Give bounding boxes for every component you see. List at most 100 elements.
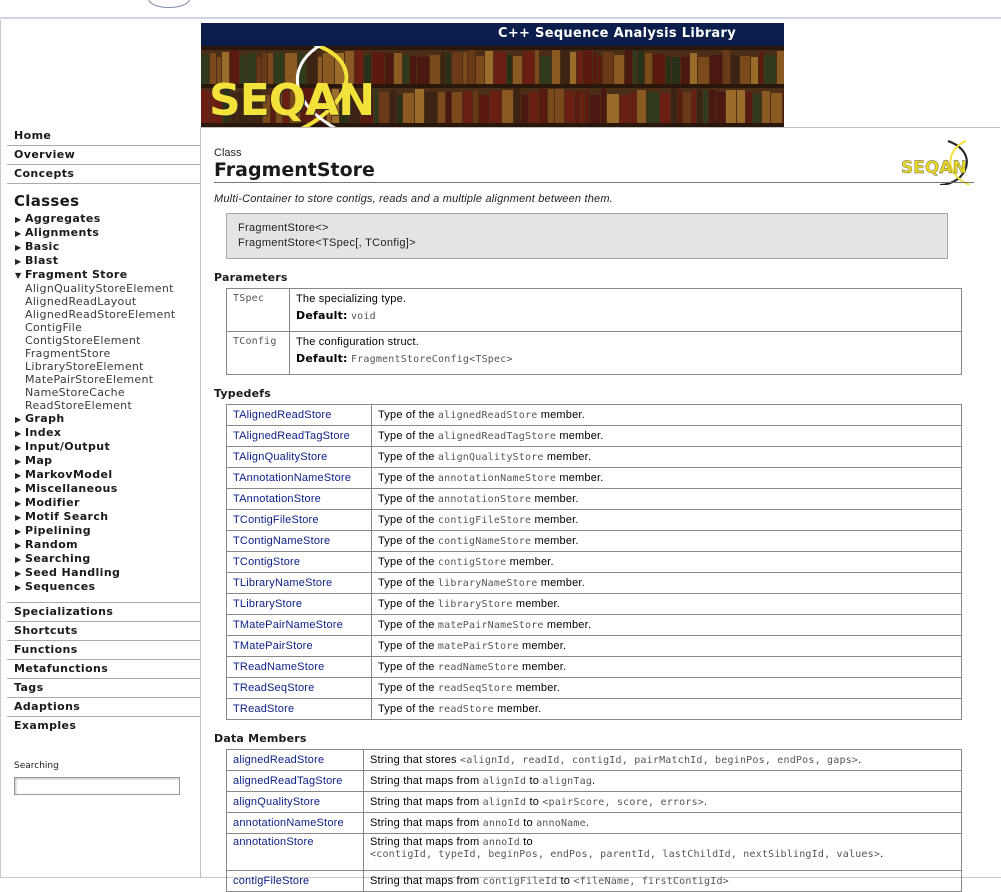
typedef-link-tannotationnamestore[interactable]: TAnnotationNameStore [233, 472, 351, 484]
sidebar-category-random[interactable]: ▶ Random [7, 538, 200, 552]
typedef-description: Type of the libraryStore member. [371, 593, 962, 615]
sidebar-category-input-output[interactable]: ▶ Input/Output [7, 440, 200, 454]
typedef-name-cell: TContigStore [226, 551, 372, 573]
typedef-link-tcontigfilestore[interactable]: TContigFileStore [233, 514, 319, 526]
sidebar-category-label: Searching [25, 552, 91, 565]
sidebar-item-metafunctions[interactable]: Metafunctions [7, 659, 200, 678]
sidebar-item-examples[interactable]: Examples [7, 716, 200, 735]
sidebar-subitem-alignedreadlayout[interactable]: AlignedReadLayout [7, 295, 200, 308]
typedef-link-tlibrarystore[interactable]: TLibraryStore [233, 598, 302, 610]
typedef-name-cell: TLibraryNameStore [226, 572, 372, 594]
data-member-name-cell: annotationNameStore [226, 812, 364, 834]
content-top-divider [200, 127, 1000, 128]
data-member-link-alignqualitystore[interactable]: alignQualityStore [233, 796, 320, 808]
code-text: alignQualityStore [437, 452, 544, 463]
top-rule [0, 17, 1001, 19]
desc-text: Type of the [378, 661, 435, 673]
sidebar-category-pipelining[interactable]: ▶ Pipelining [7, 524, 200, 538]
sidebar-category-label: MarkovModel [25, 468, 113, 481]
parameter-default: Default: void [296, 309, 955, 322]
desc-text: Type of the [378, 598, 435, 610]
typedef-link-treadseqstore[interactable]: TReadSeqStore [233, 682, 314, 694]
typedef-link-tlibrarynamestore[interactable]: TLibraryNameStore [233, 577, 332, 589]
sidebar-item-shortcuts[interactable]: Shortcuts [7, 621, 200, 640]
sidebar-item-functions[interactable]: Functions [7, 640, 200, 659]
parameter-description: The specializing type. Default: void [289, 288, 962, 332]
sidebar-subitem-contigfile[interactable]: ContigFile [7, 321, 200, 334]
sidebar-category-motif-search[interactable]: ▶ Motif Search [7, 510, 200, 524]
sidebar-category-index[interactable]: ▶ Index [7, 426, 200, 440]
desc-text: member. [515, 598, 561, 610]
sidebar-category-graph[interactable]: ▶ Graph [7, 412, 200, 426]
typedef-link-tmatepairstore[interactable]: TMatePairStore [233, 640, 313, 652]
typedef-name-cell: TReadSeqStore [226, 677, 372, 699]
sidebar-item-adaptions[interactable]: Adaptions [7, 697, 200, 716]
typedef-description: Type of the alignedReadTagStore member. [371, 425, 962, 447]
sidebar-category-miscellaneous[interactable]: ▶ Miscellaneous [7, 482, 200, 496]
sidebar-category-alignments[interactable]: ▶ Alignments [7, 226, 200, 240]
desc-text: Type of the [378, 577, 435, 589]
typedef-link-treadnamestore[interactable]: TReadNameStore [233, 661, 324, 673]
typedef-link-tcontignamestore[interactable]: TContigNameStore [233, 535, 330, 547]
typedef-name-cell: TAnnotationNameStore [226, 467, 372, 489]
sidebar-category-label: Fragment Store [25, 268, 128, 281]
triangle-right-icon: ▶ [15, 513, 22, 522]
desc-text: member. [540, 409, 585, 421]
typedef-description: Type of the readNameStore member. [371, 656, 962, 678]
typedef-description: Type of the libraryNameStore member. [371, 572, 962, 594]
sidebar-category-map[interactable]: ▶ Map [7, 454, 200, 468]
main-content: Class FragmentStore Multi-Container to s… [214, 147, 974, 892]
data-member-link-contigfilestore[interactable]: contigFileStore [233, 875, 309, 887]
sidebar-category-markovmodel[interactable]: ▶ MarkovModel [7, 468, 200, 482]
sidebar-category-seed-handling[interactable]: ▶ Seed Handling [7, 566, 200, 580]
sidebar-category-sequences[interactable]: ▶ Sequences [7, 580, 200, 594]
sidebar-category-label: Graph [25, 412, 65, 425]
sidebar-subitem-namestorecache[interactable]: NameStoreCache [7, 386, 200, 399]
typedef-name-cell: TMatePairStore [226, 635, 372, 657]
sidebar-category-modifier[interactable]: ▶ Modifier [7, 496, 200, 510]
triangle-right-icon: ▶ [15, 527, 22, 536]
parameters-table: TSpec The specializing type. Default: void… [226, 288, 962, 375]
sidebar-category-aggregates[interactable]: ▶ Aggregates [7, 212, 200, 226]
typedef-link-talignedreadstore[interactable]: TAlignedReadStore [233, 409, 332, 421]
sidebar-item-concepts[interactable]: Concepts [7, 165, 200, 184]
typedef-link-tcontigstore[interactable]: TContigStore [233, 556, 300, 568]
sidebar-subitem-alignqualitystoreelement[interactable]: AlignQualityStoreElement [7, 282, 200, 295]
code-text: contigFileStore [437, 515, 532, 526]
data-member-link-annotationstore[interactable]: annotationStore [233, 836, 314, 848]
sidebar-item-tags[interactable]: Tags [7, 678, 200, 697]
triangle-right-icon: ▶ [15, 541, 22, 550]
sidebar-category-searching[interactable]: ▶ Searching [7, 552, 200, 566]
sidebar-item-specializations[interactable]: Specializations [7, 602, 200, 621]
desc-text: String that maps from [370, 775, 480, 787]
typedef-row: TAlignedReadTagStore Type of the alignedR… [226, 425, 962, 447]
typedef-link-tmatepairnamestore[interactable]: TMatePairNameStore [233, 619, 343, 631]
sidebar-category-label: Alignments [25, 226, 100, 239]
data-member-link-alignedreadtagstore[interactable]: alignedReadTagStore [233, 775, 343, 787]
sidebar-category-basic[interactable]: ▶ Basic [7, 240, 200, 254]
sidebar-item-overview[interactable]: Overview [7, 146, 200, 165]
sidebar-category-fragment-store[interactable]: ▼ Fragment Store [7, 268, 200, 282]
sidebar-category-blast[interactable]: ▶ Blast [7, 254, 200, 268]
typedef-link-talignqualitystore[interactable]: TAlignQualityStore [233, 451, 328, 463]
code-text: <alignId, readId, contigId, pairMatchId,… [460, 755, 859, 766]
sidebar-item-home[interactable]: Home [7, 127, 200, 146]
typedef-link-treadstore[interactable]: TReadStore [233, 703, 294, 715]
sidebar-subitem-matepairstoreelement[interactable]: MatePairStoreElement [7, 373, 200, 386]
typedef-description: Type of the contigFileStore member. [371, 509, 962, 531]
code-text: annoId [482, 818, 520, 829]
search-input[interactable] [14, 776, 180, 795]
sidebar-subitem-readstoreelement[interactable]: ReadStoreElement [7, 399, 200, 412]
desc-text: to [529, 775, 540, 787]
signature-line: FragmentStore<TSpec[, TConfig]> [238, 237, 416, 249]
data-member-link-annotationnamestore[interactable]: annotationNameStore [233, 817, 344, 829]
typedef-link-tannotationstore[interactable]: TAnnotationStore [233, 493, 321, 505]
sidebar-subitem-contigstoreelement[interactable]: ContigStoreElement [7, 334, 200, 347]
sidebar-subitem-alignedreadstoreelement[interactable]: AlignedReadStoreElement [7, 308, 200, 321]
code-text: matePairStore [437, 641, 519, 652]
sidebar-subitem-librarystoreelement[interactable]: LibraryStoreElement [7, 360, 200, 373]
data-member-link-alignedreadstore[interactable]: alignedReadStore [233, 754, 324, 766]
desc-text: member. [515, 682, 561, 694]
typedef-link-talignedreadtagstore[interactable]: TAlignedReadTagStore [233, 430, 350, 442]
sidebar-subitem-fragmentstore[interactable]: FragmentStore [7, 347, 200, 360]
